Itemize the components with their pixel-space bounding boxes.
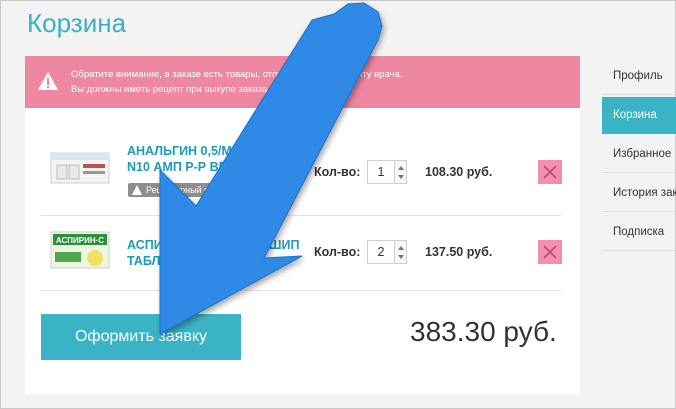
- quantity-stepper[interactable]: [394, 160, 407, 184]
- sidebar-item-cart[interactable]: Корзина: [602, 97, 676, 134]
- chevron-down-icon[interactable]: [398, 255, 404, 259]
- warning-icon: [38, 72, 58, 90]
- sidebar-item-order-history[interactable]: История заказов: [602, 175, 676, 212]
- remove-item-button[interactable]: [538, 240, 562, 264]
- sidebar-item-subscription[interactable]: Подписка: [602, 214, 676, 251]
- quantity-input[interactable]: 1: [367, 160, 395, 184]
- item-price: 137.50 руб.: [425, 245, 493, 259]
- cart-item: АСПИРИН·С АСПИРИН-С N10 ТАБЛ ШИП ТАБЛ Ко…: [41, 216, 562, 288]
- alert-text-line2: Вы должны иметь рецепт при выкупе заказа…: [71, 84, 270, 95]
- sidebar-item-profile[interactable]: Профиль: [602, 58, 676, 95]
- svg-text:АСПИРИН·С: АСПИРИН·С: [56, 236, 104, 245]
- row-divider: [41, 290, 561, 291]
- product-image: АСПИРИН·С: [50, 231, 110, 269]
- alert-text-line1: Обратите внимание, в заказе есть товары,…: [71, 69, 403, 80]
- quantity-stepper[interactable]: [394, 240, 407, 264]
- quantity-label: Кол-во:: [314, 245, 361, 259]
- remove-item-button[interactable]: [538, 160, 562, 184]
- page-title: Корзина: [27, 8, 127, 38]
- product-name[interactable]: АСПИРИН-С N10 ТАБЛ ШИП ТАБЛ: [127, 237, 299, 269]
- chevron-down-icon[interactable]: [398, 175, 404, 179]
- product-name[interactable]: АНАЛЬГИН 0,5/МЛ 2МЛ N10 АМП Р-Р ВВ ВМ: [127, 143, 270, 175]
- quantity-input[interactable]: 2: [367, 240, 395, 264]
- prescription-badge-label: Рецептурный препарат: [146, 185, 243, 195]
- chevron-up-icon[interactable]: [398, 246, 404, 250]
- prescription-badge: Рецептурный препарат: [128, 183, 246, 197]
- cart-item: АНАЛЬГИН 0,5/МЛ 2МЛ N10 АМП Р-Р ВВ ВМ Ре…: [41, 137, 562, 209]
- order-total: 383.30 руб.: [410, 316, 557, 347]
- sidebar-item-favorites[interactable]: Избранное: [602, 136, 676, 173]
- item-price: 108.30 руб.: [425, 165, 493, 179]
- account-sidebar: Профиль Корзина Избранное История заказо…: [602, 58, 676, 258]
- chevron-up-icon[interactable]: [398, 166, 404, 170]
- product-image: [50, 152, 110, 184]
- prescription-alert: Обратите внимание, в заказе есть товары,…: [25, 56, 580, 108]
- checkout-button[interactable]: Оформить заявку: [41, 314, 241, 360]
- quantity-label: Кол-во:: [314, 165, 361, 179]
- warning-icon: [132, 185, 142, 195]
